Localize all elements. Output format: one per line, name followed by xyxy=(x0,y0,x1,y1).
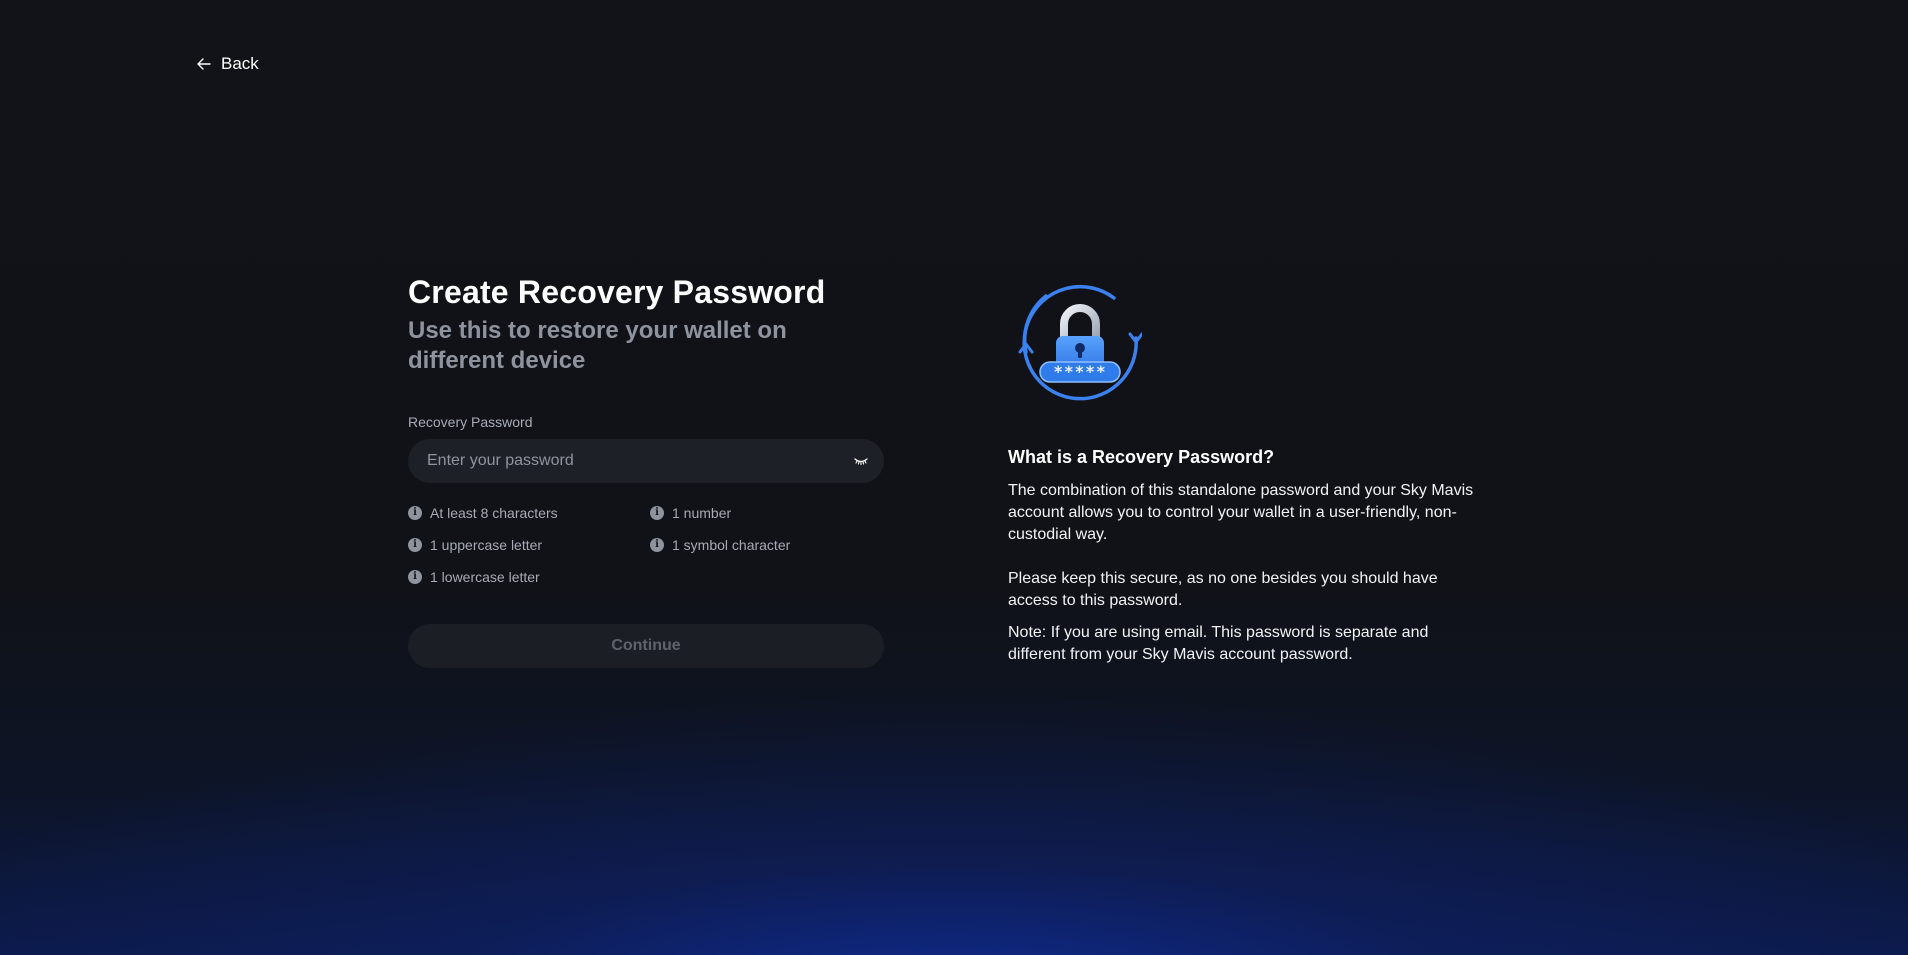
requirement-uppercase: i 1 uppercase letter xyxy=(408,536,650,554)
info-paragraph-2: Please keep this secure, as no one besid… xyxy=(1008,570,1438,609)
info-paragraph-3: Note: If you are using email. This passw… xyxy=(1008,624,1429,663)
back-button[interactable]: Back xyxy=(197,54,259,74)
background-gradient xyxy=(0,0,1908,955)
requirement-label: 1 symbol character xyxy=(672,537,791,553)
page-title: Create Recovery Password xyxy=(408,274,826,310)
requirement-label: 1 lowercase letter xyxy=(430,569,540,585)
requirement-label: 1 uppercase letter xyxy=(430,537,543,553)
eye-closed-icon[interactable] xyxy=(854,456,868,466)
password-mask-text: ***** xyxy=(1053,362,1106,381)
arrow-left-icon xyxy=(197,58,211,70)
password-input[interactable] xyxy=(425,451,854,471)
info-icon: i xyxy=(408,570,422,584)
page-subtitle: Use this to restore your wallet on diffe… xyxy=(408,317,787,374)
requirement-lowercase: i 1 lowercase letter xyxy=(408,568,650,586)
info-paragraph-1: The combination of this standalone passw… xyxy=(1008,482,1474,543)
recovery-form: Create Recovery Password Use this to res… xyxy=(408,270,884,668)
password-requirements: i At least 8 characters i 1 number i 1 u… xyxy=(408,504,884,586)
requirement-number: i 1 number xyxy=(650,504,884,522)
lock-with-password-refresh-icon: ***** xyxy=(1018,280,1144,408)
info-icon: i xyxy=(408,506,422,520)
info-icon: i xyxy=(408,538,422,552)
info-icon: i xyxy=(650,538,664,552)
password-field-label: Recovery Password xyxy=(408,414,533,430)
continue-button[interactable]: Continue xyxy=(408,624,884,668)
info-icon: i xyxy=(650,506,664,520)
back-label: Back xyxy=(221,54,259,73)
requirement-label: 1 number xyxy=(672,505,732,521)
info-panel: ***** What is a Recovery Password? The c… xyxy=(1008,280,1488,666)
requirement-label: At least 8 characters xyxy=(430,505,558,521)
info-heading: What is a Recovery Password? xyxy=(1008,447,1275,467)
requirement-min-length: i At least 8 characters xyxy=(408,504,650,522)
password-field xyxy=(408,439,884,483)
requirement-symbol: i 1 symbol character xyxy=(650,536,884,554)
